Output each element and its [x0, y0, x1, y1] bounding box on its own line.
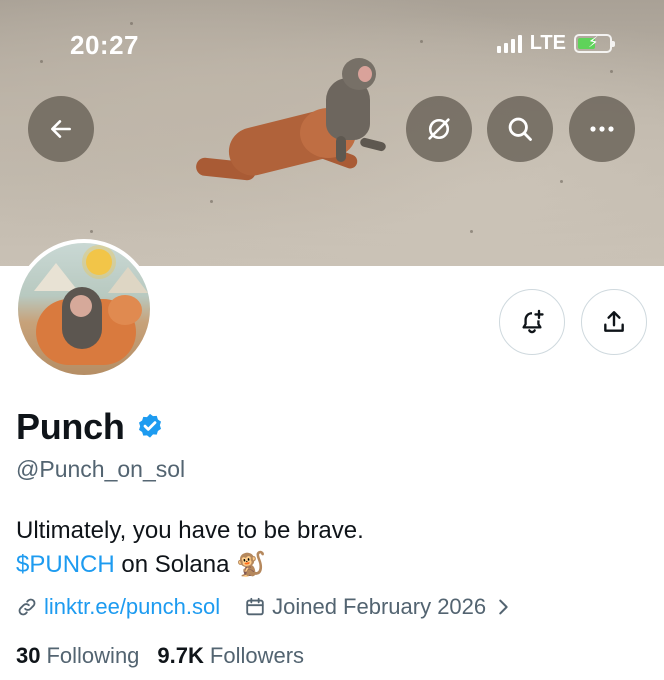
bio-text: on Solana	[114, 551, 237, 578]
bio-line-1: Ultimately, you have to be brave.	[16, 517, 364, 544]
baby-monkey-face	[358, 66, 372, 82]
baby-monkey-leg	[359, 136, 387, 153]
share-button[interactable]	[581, 289, 647, 355]
notifications-button[interactable]	[499, 289, 565, 355]
search-icon	[508, 117, 532, 141]
profile-handle: @Punch_on_sol	[16, 456, 186, 482]
following-count: 30	[16, 643, 41, 668]
back-button[interactable]	[28, 96, 94, 162]
chevron-right-icon[interactable]	[492, 596, 514, 618]
battery-charging-icon: ⚡	[574, 34, 615, 53]
grok-button[interactable]	[406, 96, 472, 162]
bell-plus-icon	[522, 309, 544, 334]
profile-banner[interactable]: 20:27 LTE ⚡	[0, 0, 664, 266]
link-icon	[18, 598, 36, 616]
baby-monkey-leg	[336, 136, 346, 162]
grok-icon	[428, 118, 450, 140]
monkey-emoji: 🐒	[236, 551, 267, 578]
signal-icon	[496, 34, 522, 53]
status-indicators: LTE ⚡	[496, 32, 615, 55]
back-arrow-icon	[51, 120, 71, 138]
more-icon	[590, 126, 614, 132]
following-label: Following	[46, 643, 140, 668]
bio-line-2: $PUNCH on Solana 🐒	[16, 548, 364, 582]
avatar-sun	[86, 249, 112, 275]
avatar-plush-head	[108, 295, 142, 325]
search-button[interactable]	[487, 96, 553, 162]
profile-name-row: Punch	[16, 406, 165, 448]
avatar-mountain	[34, 263, 78, 291]
avatar-mountain	[108, 267, 148, 293]
profile-meta: linktr.ee/punch.sol Joined February 2026	[16, 594, 514, 620]
joined-date[interactable]: Joined February 2026	[272, 594, 486, 620]
verified-badge-icon[interactable]	[135, 412, 165, 442]
display-name: Punch	[16, 406, 125, 447]
followers-count: 9.7K	[157, 643, 204, 668]
followers-label: Followers	[209, 643, 305, 668]
cashtag-link[interactable]: $PUNCH	[16, 551, 115, 578]
following-stat[interactable]: 30 Following	[16, 643, 139, 669]
profile-bio: Ultimately, you have to be brave. $PUNCH…	[16, 514, 364, 582]
followers-stat[interactable]: 9.7K Followers	[157, 643, 304, 669]
network-label: LTE	[529, 32, 566, 54]
more-button[interactable]	[569, 96, 635, 162]
avatar-monkey-face	[70, 295, 92, 317]
status-time: 20:27	[70, 30, 139, 60]
profile-website-link[interactable]: linktr.ee/punch.sol	[44, 594, 220, 620]
share-icon	[604, 311, 624, 332]
calendar-icon	[246, 597, 264, 616]
follow-stats: 30 Following 9.7K Followers	[16, 643, 304, 669]
avatar[interactable]	[14, 239, 154, 379]
